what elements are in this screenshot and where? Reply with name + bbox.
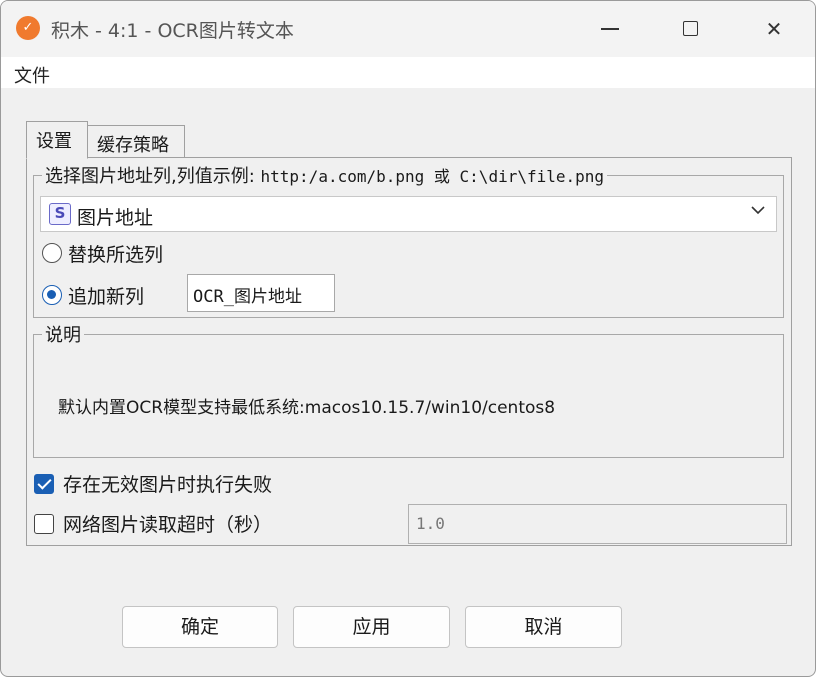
timeout-label: 网络图片读取超时（秒）: [63, 514, 273, 536]
close-button[interactable]: ✕: [754, 11, 794, 47]
fail-on-invalid-checkbox[interactable]: [34, 474, 54, 494]
timeout-input[interactable]: 1.0: [408, 504, 787, 544]
minimize-icon: [601, 28, 619, 30]
fail-on-invalid-label: 存在无效图片时执行失败: [63, 474, 273, 496]
menu-file[interactable]: 文件: [14, 62, 50, 88]
dialog-window: ✓ 积木 - 4:1 - OCR图片转文本 ✕ 文件 设置 缓存策略 选择图片地…: [0, 0, 816, 677]
append-column-radio[interactable]: [42, 285, 62, 305]
apply-button[interactable]: 应用: [293, 606, 450, 648]
timeout-checkbox[interactable]: [34, 514, 54, 534]
tab-settings[interactable]: 设置: [26, 121, 88, 159]
minimize-button[interactable]: [591, 11, 631, 47]
column-group-title-prefix: 选择图片地址列,列值示例:: [45, 166, 261, 187]
chevron-down-icon: [750, 202, 766, 222]
info-group-title: 说明: [42, 321, 84, 347]
replace-column-radio[interactable]: [42, 243, 62, 263]
tab-cache-policy[interactable]: 缓存策略: [88, 125, 185, 159]
column-group-title-example: http:/a.com/b.png 或 C:\dir\file.png: [260, 167, 605, 186]
replace-column-label: 替换所选列: [68, 244, 164, 266]
info-text: 默认内置OCR模型支持最低系统:macos10.15.7/win10/cento…: [58, 398, 556, 418]
settings-panel: 选择图片地址列,列值示例: http:/a.com/b.png 或 C:\dir…: [26, 157, 792, 546]
string-type-icon: S: [49, 203, 71, 225]
title-bar: ✓ 积木 - 4:1 - OCR图片转文本 ✕: [1, 1, 815, 57]
ok-button[interactable]: 确定: [122, 606, 278, 648]
column-group-title: 选择图片地址列,列值示例: http:/a.com/b.png 或 C:\dir…: [42, 162, 608, 188]
cancel-button[interactable]: 取消: [465, 606, 622, 648]
column-select-value: 图片地址: [77, 207, 154, 229]
close-icon: ✕: [765, 17, 783, 41]
maximize-button[interactable]: [671, 11, 711, 47]
append-column-label: 追加新列: [68, 286, 145, 308]
column-select-group: 选择图片地址列,列值示例: http:/a.com/b.png 或 C:\dir…: [33, 162, 784, 318]
menu-bar: 文件: [1, 57, 815, 88]
info-group: 说明 默认内置OCR模型支持最低系统:macos10.15.7/win10/ce…: [33, 321, 784, 458]
logo-icon: ✓: [16, 16, 40, 40]
new-column-name-input[interactable]: OCR_图片地址: [187, 274, 335, 312]
maximize-icon: [683, 21, 698, 36]
window-title: 积木 - 4:1 - OCR图片转文本: [51, 20, 294, 42]
column-select[interactable]: S 图片地址: [40, 196, 777, 232]
